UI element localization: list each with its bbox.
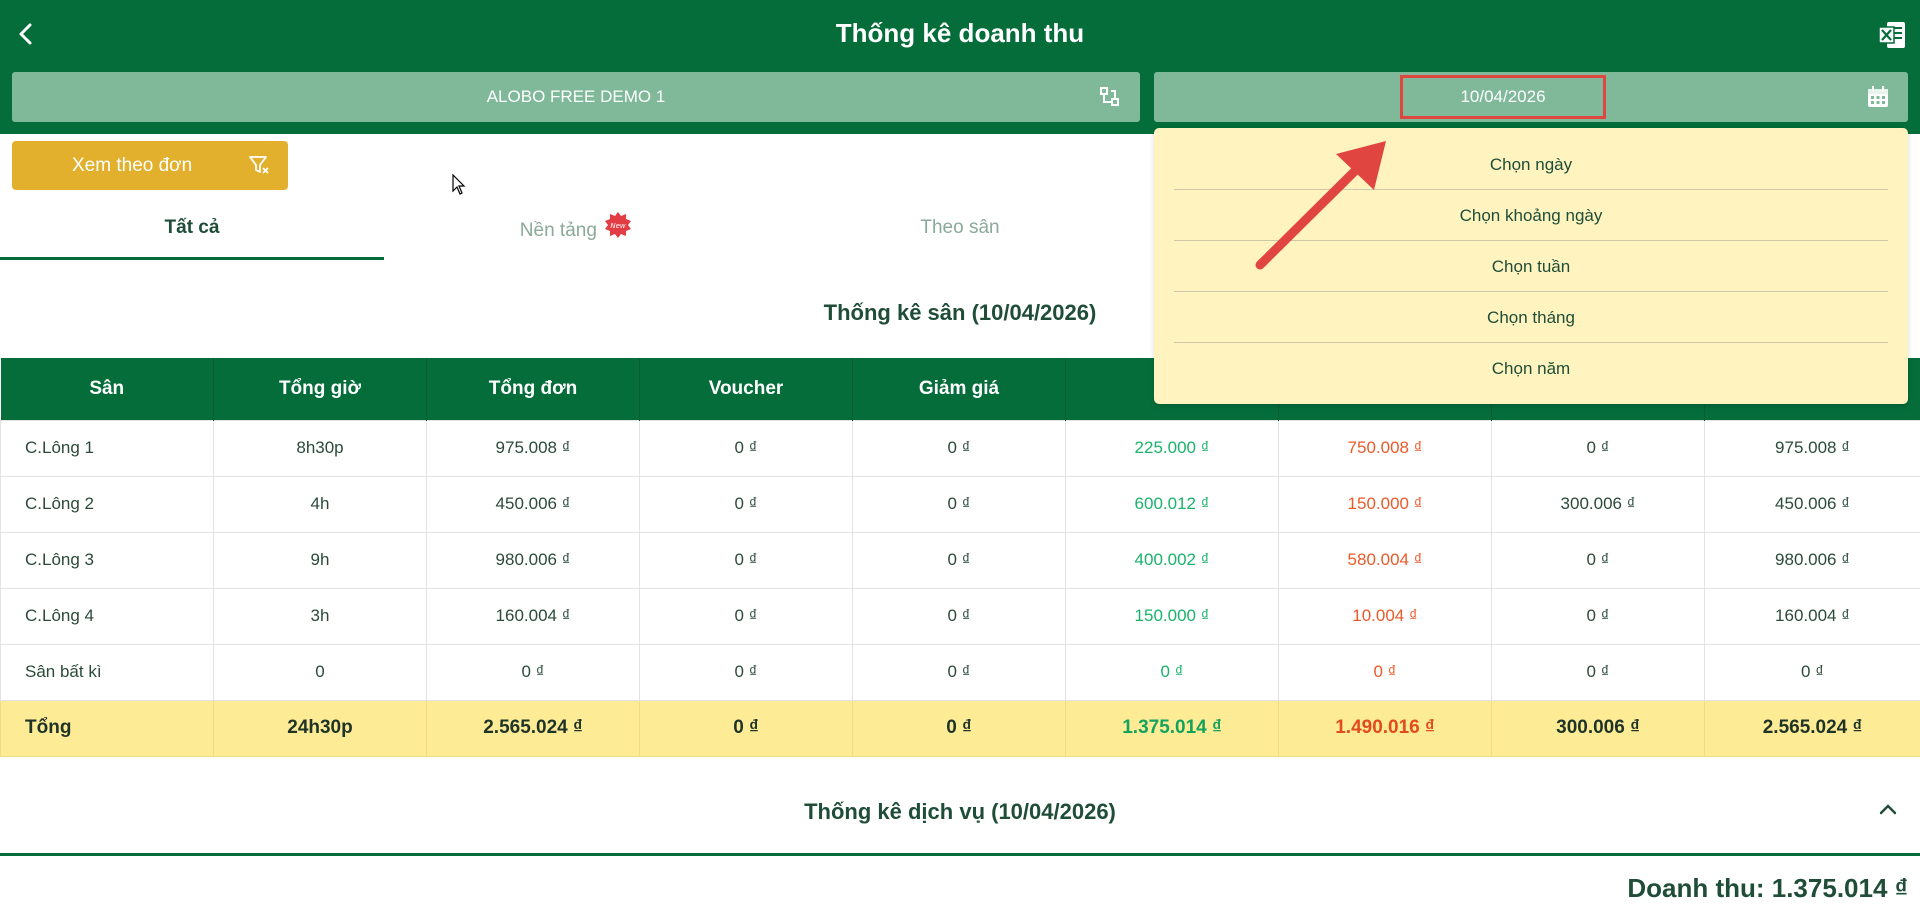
excel-export-icon[interactable]	[1878, 20, 1906, 50]
tab-by-court-label: Theo sân	[920, 217, 1000, 238]
col-voucher: Voucher	[639, 358, 853, 420]
tab-all-label: Tất cả	[164, 217, 220, 238]
total-hours: 24h30p	[213, 699, 427, 757]
cell-revenue: 0 ₫	[1704, 643, 1920, 701]
cell-other: 0 ₫	[1491, 531, 1705, 589]
cell-paid: 0 ₫	[1065, 643, 1279, 701]
cell-unpaid: 0 ₫	[1278, 643, 1492, 701]
cell-hours: 0	[213, 643, 427, 701]
cell-discount: 0 ₫	[852, 531, 1066, 589]
filter-icon	[249, 156, 269, 174]
option-choose-month[interactable]: Chọn tháng	[1174, 292, 1888, 343]
cell-revenue: 450.006 ₫	[1704, 475, 1920, 533]
cell-other: 0 ₫	[1491, 587, 1705, 645]
cell-orders: 980.006 ₫	[426, 531, 640, 589]
cell-revenue: 160.004 ₫	[1704, 587, 1920, 645]
date-selector[interactable]: 10/04/2026	[1154, 72, 1908, 122]
new-badge-text: New	[611, 222, 627, 230]
tab-platform[interactable]: Nền tảng New	[384, 208, 768, 260]
cell-unpaid: 150.000 ₫	[1278, 475, 1492, 533]
table-row: C.Lông 4 3h 160.004 ₫ 0 ₫ 0 ₫ 150.000 ₫ 10.004…	[0, 587, 1920, 645]
cell-other: 0 ₫	[1491, 643, 1705, 701]
cell-paid: 150.000 ₫	[1065, 587, 1279, 645]
cell-hours: 3h	[213, 587, 427, 645]
page-title: Thống kê doanh thu	[835, 18, 1085, 48]
cell-voucher: 0 ₫	[639, 419, 853, 477]
tab-by-court[interactable]: Theo sân	[768, 208, 1152, 260]
total-other: 300.006 ₫	[1491, 699, 1705, 757]
cell-orders: 160.004 ₫	[426, 587, 640, 645]
cell-court: C.Lông 1	[0, 419, 214, 477]
annotation-arrow-icon	[1255, 141, 1386, 270]
total-court: Tổng	[0, 699, 214, 757]
cell-paid: 225.000 ₫	[1065, 419, 1279, 477]
table-row: Sân bất kì 0 0 ₫ 0 ₫ 0 ₫ 0 ₫ 0 ₫ 0 ₫ 0 ₫	[0, 643, 1920, 701]
col-discount: Giảm giá	[852, 358, 1066, 420]
view-by-order-label: Xem theo đơn	[72, 154, 193, 176]
table-row: C.Lông 1 8h30p 975.008 ₫ 0 ₫ 0 ₫ 225.000 ₫ 750…	[0, 419, 1920, 477]
calendar-icon	[1868, 86, 1888, 107]
cell-voucher: 0 ₫	[639, 587, 853, 645]
cell-voucher: 0 ₫	[639, 475, 853, 533]
service-stats-title[interactable]: Thống kê dịch vụ (10/04/2026)	[0, 799, 1920, 825]
cell-court: C.Lông 4	[0, 587, 214, 645]
mouse-cursor-icon	[452, 174, 466, 195]
switch-venue-icon	[1100, 87, 1119, 106]
cell-revenue: 980.006 ₫	[1704, 531, 1920, 589]
total-voucher: 0 ₫	[639, 699, 853, 757]
venue-name: ALOBO FREE DEMO 1	[486, 87, 666, 106]
view-by-order-button[interactable]: Xem theo đơn	[12, 141, 288, 190]
total-revenue: 2.565.024 ₫	[1704, 699, 1920, 757]
cell-paid: 600.012 ₫	[1065, 475, 1279, 533]
col-total-orders: Tổng đơn	[426, 358, 640, 420]
cell-discount: 0 ₫	[852, 419, 1066, 477]
cell-unpaid: 750.008 ₫	[1278, 419, 1492, 477]
total-discount: 0 ₫	[852, 699, 1066, 757]
cell-hours: 8h30p	[213, 419, 427, 477]
total-paid: 1.375.014 ₫	[1065, 699, 1279, 757]
cell-orders: 0 ₫	[426, 643, 640, 701]
option-choose-year[interactable]: Chọn năm	[1174, 343, 1888, 394]
cell-other: 300.006 ₫	[1491, 475, 1705, 533]
new-badge-icon: New	[605, 212, 632, 238]
revenue-total: Doanh thu: 1.375.014 ₫	[1627, 873, 1908, 903]
total-unpaid: 1.490.016 ₫	[1278, 699, 1492, 757]
table-row: C.Lông 2 4h 450.006 ₫ 0 ₫ 0 ₫ 600.012 ₫ 150.00…	[0, 475, 1920, 533]
cell-discount: 0 ₫	[852, 643, 1066, 701]
cell-other: 0 ₫	[1491, 419, 1705, 477]
cell-orders: 975.008 ₫	[426, 419, 640, 477]
tab-platform-label: Nền tảng	[519, 220, 597, 241]
cell-paid: 400.002 ₫	[1065, 531, 1279, 589]
divider	[0, 853, 1920, 856]
cell-court: C.Lông 3	[0, 531, 214, 589]
cell-orders: 450.006 ₫	[426, 475, 640, 533]
tab-all[interactable]: Tất cả	[0, 208, 384, 260]
total-orders: 2.565.024 ₫	[426, 699, 640, 757]
cell-discount: 0 ₫	[852, 587, 1066, 645]
col-court: Sân	[0, 358, 214, 420]
cell-court: C.Lông 2	[0, 475, 214, 533]
cell-discount: 0 ₫	[852, 475, 1066, 533]
table-total-row: Tổng 24h30p 2.565.024 ₫ 0 ₫ 0 ₫ 1.375.014 ₫ 1.…	[0, 699, 1920, 757]
court-stats-table: Sân Tổng giờ Tổng đơn Voucher Giảm giá Đ…	[0, 358, 1920, 757]
cell-hours: 4h	[213, 475, 427, 533]
cell-unpaid: 10.004 ₫	[1278, 587, 1492, 645]
col-total-hours: Tổng giờ	[213, 358, 427, 420]
chevron-up-icon[interactable]	[1878, 800, 1898, 820]
cell-court: Sân bất kì	[0, 643, 214, 701]
cell-voucher: 0 ₫	[639, 531, 853, 589]
venue-selector[interactable]: ALOBO FREE DEMO 1	[12, 72, 1140, 122]
cell-voucher: 0 ₫	[639, 643, 853, 701]
cell-unpaid: 580.004 ₫	[1278, 531, 1492, 589]
app-header: Thống kê doanh thu ALOBO FREE DEMO 1 10/…	[0, 0, 1920, 134]
table-row: C.Lông 3 9h 980.006 ₫ 0 ₫ 0 ₫ 400.002 ₫ 580.00…	[0, 531, 1920, 589]
cell-hours: 9h	[213, 531, 427, 589]
cell-revenue: 975.008 ₫	[1704, 419, 1920, 477]
selected-date[interactable]: 10/04/2026	[1400, 75, 1606, 119]
